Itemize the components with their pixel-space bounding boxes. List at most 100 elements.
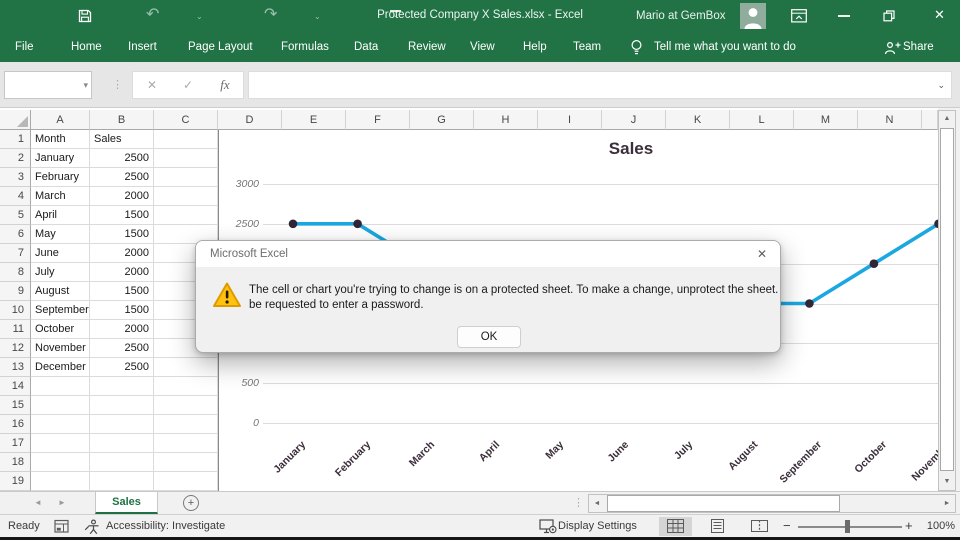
- cell-B12[interactable]: 2500: [90, 339, 154, 358]
- scroll-right-icon[interactable]: ►: [939, 495, 955, 512]
- undo-dropdown-icon[interactable]: ⌄: [196, 13, 203, 21]
- row-header-14[interactable]: 14: [0, 377, 31, 396]
- macro-record-icon[interactable]: [54, 519, 70, 534]
- scroll-left-icon[interactable]: ◄: [589, 495, 605, 512]
- cell-A6[interactable]: May: [31, 225, 90, 244]
- column-header-A[interactable]: A: [31, 110, 90, 130]
- save-icon[interactable]: [77, 8, 93, 24]
- cell-A7[interactable]: June: [31, 244, 90, 263]
- cell-B13[interactable]: 2500: [90, 358, 154, 377]
- cell-C2[interactable]: [154, 149, 218, 168]
- avatar[interactable]: [740, 3, 766, 29]
- row-header-1[interactable]: 1: [0, 130, 31, 149]
- dialog-close-icon[interactable]: ✕: [757, 241, 767, 267]
- zoom-out-button[interactable]: −: [783, 515, 791, 537]
- zoom-in-button[interactable]: +: [905, 515, 913, 537]
- cell-A10[interactable]: September: [31, 301, 90, 320]
- view-normal-button[interactable]: [659, 517, 692, 536]
- close-icon[interactable]: ✕: [934, 7, 945, 23]
- column-header-G[interactable]: G: [410, 110, 474, 130]
- cell-B1[interactable]: Sales: [90, 130, 154, 149]
- cell-A3[interactable]: February: [31, 168, 90, 187]
- cell-A13[interactable]: December: [31, 358, 90, 377]
- cell-B19[interactable]: [90, 472, 154, 491]
- column-header-D[interactable]: D: [218, 110, 282, 130]
- column-header-I[interactable]: I: [538, 110, 602, 130]
- zoom-slider-thumb[interactable]: [845, 520, 850, 533]
- row-header-7[interactable]: 7: [0, 244, 31, 263]
- sheet-nav-next-icon[interactable]: ►: [58, 496, 66, 510]
- tab-file[interactable]: File: [15, 32, 34, 62]
- column-header-J[interactable]: J: [602, 110, 666, 130]
- cell-B11[interactable]: 2000: [90, 320, 154, 339]
- name-box-dropdown-icon[interactable]: ▾: [83, 72, 88, 98]
- vertical-scrollbar[interactable]: ▲ ▼: [938, 110, 956, 491]
- row-header-9[interactable]: 9: [0, 282, 31, 301]
- column-header-C[interactable]: C: [154, 110, 218, 130]
- tab-view[interactable]: View: [470, 32, 495, 62]
- row-header-13[interactable]: 13: [0, 358, 31, 377]
- separator-dots-icon[interactable]: ⋮: [112, 71, 123, 99]
- column-header-E[interactable]: E: [282, 110, 346, 130]
- customize-quick-access-toolbar-icon[interactable]: ⌄: [390, 10, 402, 19]
- undo-icon[interactable]: ↶: [146, 5, 159, 25]
- cell-B7[interactable]: 2000: [90, 244, 154, 263]
- formula-expand-icon[interactable]: ⌄: [937, 72, 945, 98]
- cell-C15[interactable]: [154, 396, 218, 415]
- row-header-8[interactable]: 8: [0, 263, 31, 282]
- cell-C3[interactable]: [154, 168, 218, 187]
- horizontal-scrollbar[interactable]: ◄ ►: [588, 494, 956, 513]
- column-header-M[interactable]: M: [794, 110, 858, 130]
- cell-A19[interactable]: [31, 472, 90, 491]
- zoom-slider[interactable]: [798, 526, 902, 528]
- cell-B9[interactable]: 1500: [90, 282, 154, 301]
- row-header-16[interactable]: 16: [0, 415, 31, 434]
- row-header-17[interactable]: 17: [0, 434, 31, 453]
- cell-B18[interactable]: [90, 453, 154, 472]
- cell-C1[interactable]: [154, 130, 218, 149]
- row-header-3[interactable]: 3: [0, 168, 31, 187]
- column-header-L[interactable]: L: [730, 110, 794, 130]
- column-header-H[interactable]: H: [474, 110, 538, 130]
- cell-B15[interactable]: [90, 396, 154, 415]
- row-header-11[interactable]: 11: [0, 320, 31, 339]
- cell-C18[interactable]: [154, 453, 218, 472]
- cancel-icon[interactable]: ✕: [141, 72, 163, 98]
- minimize-icon[interactable]: [838, 15, 850, 17]
- row-header-6[interactable]: 6: [0, 225, 31, 244]
- column-header-B[interactable]: B: [90, 110, 154, 130]
- tab-review[interactable]: Review: [408, 32, 446, 62]
- share-button[interactable]: Share: [903, 32, 934, 62]
- cell-B16[interactable]: [90, 415, 154, 434]
- redo-dropdown-icon[interactable]: ⌄: [314, 13, 321, 21]
- cell-B8[interactable]: 2000: [90, 263, 154, 282]
- row-header-10[interactable]: 10: [0, 301, 31, 320]
- cell-B10[interactable]: 1500: [90, 301, 154, 320]
- tell-me-box[interactable]: Tell me what you want to do: [654, 32, 796, 62]
- cell-B3[interactable]: 2500: [90, 168, 154, 187]
- column-header-K[interactable]: K: [666, 110, 730, 130]
- restore-icon[interactable]: [883, 10, 895, 22]
- tab-page-layout[interactable]: Page Layout: [188, 32, 253, 62]
- tab-formulas[interactable]: Formulas: [281, 32, 329, 62]
- cell-B17[interactable]: [90, 434, 154, 453]
- cell-A2[interactable]: January: [31, 149, 90, 168]
- tab-data[interactable]: Data: [354, 32, 378, 62]
- cell-C13[interactable]: [154, 358, 218, 377]
- cell-C16[interactable]: [154, 415, 218, 434]
- cell-A9[interactable]: August: [31, 282, 90, 301]
- zoom-percentage[interactable]: 100%: [921, 515, 955, 537]
- cell-C17[interactable]: [154, 434, 218, 453]
- row-header-4[interactable]: 4: [0, 187, 31, 206]
- redo-icon[interactable]: ↷: [264, 5, 277, 25]
- column-header-F[interactable]: F: [346, 110, 410, 130]
- column-header-N[interactable]: N: [858, 110, 922, 130]
- cell-A15[interactable]: [31, 396, 90, 415]
- cell-B14[interactable]: [90, 377, 154, 396]
- horizontal-scroll-thumb[interactable]: [607, 495, 840, 512]
- ribbon-display-options-icon[interactable]: [791, 9, 807, 23]
- tab-home[interactable]: Home: [71, 32, 102, 62]
- cell-A12[interactable]: November: [31, 339, 90, 358]
- cell-A17[interactable]: [31, 434, 90, 453]
- cell-A8[interactable]: July: [31, 263, 90, 282]
